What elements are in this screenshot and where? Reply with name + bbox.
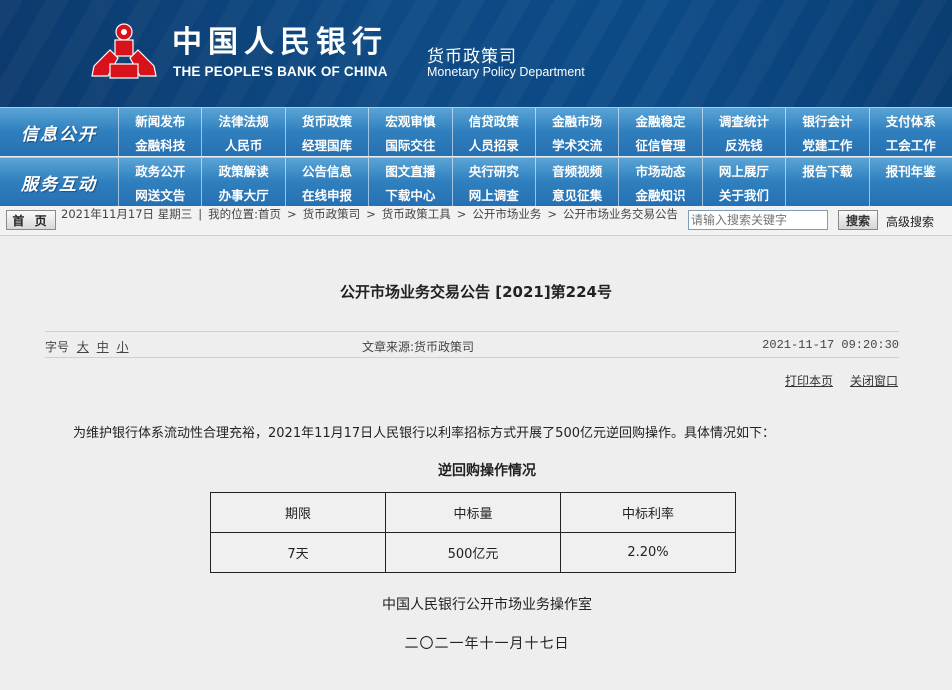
nav-item-empty [785, 182, 868, 206]
nav-item-statistics[interactable]: 调查统计 [701, 108, 785, 132]
divider [45, 357, 899, 358]
nav-section-title: 服务互动 [21, 174, 97, 195]
nav-item-monetary-policy[interactable]: 货币政策 [284, 108, 368, 132]
nav-grid: 政务公开 政策解读 公告信息 图文直播 央行研究 音频视频 市场动态 网上展厅 … [118, 158, 952, 206]
search-button[interactable]: 搜索 [838, 210, 878, 230]
table-cell-volume: 500亿元 [385, 532, 561, 573]
table-title: 逆回购操作情况 [438, 463, 536, 479]
nav-item-research[interactable]: 央行研究 [451, 158, 535, 182]
nav-item-announcements[interactable]: 公告信息 [284, 158, 368, 182]
nav-item-laws[interactable]: 法律法规 [201, 108, 284, 132]
site-header: 中国人民银行 THE PEOPLE'S BANK OF CHINA 货币政策司 … [0, 0, 952, 107]
nav-item-policy-interpretation[interactable]: 政策解读 [201, 158, 284, 182]
nav-item-yearbooks[interactable]: 报刊年鉴 [868, 158, 952, 182]
nav-service-interaction: 服务互动 政务公开 政策解读 公告信息 图文直播 央行研究 音频视频 市场动态 … [0, 157, 952, 206]
font-size-selector: 字号 大 中 小 [45, 338, 129, 355]
nav-item-fintech[interactable]: 金融科技 [118, 132, 201, 156]
chevron-right-icon: > [286, 207, 297, 221]
department-name-cn: 货币政策司 [427, 47, 517, 67]
nav-item-financial-market[interactable]: 金融市场 [534, 108, 618, 132]
chevron-right-icon: > [547, 207, 558, 221]
bank-name-en[interactable]: THE PEOPLE'S BANK OF CHINA [173, 64, 388, 79]
table-header-volume: 中标量 [385, 492, 561, 533]
current-date: 2021年11月17日 星期三 [61, 207, 193, 221]
print-page-link[interactable]: 打印本页 [785, 372, 833, 389]
nav-item-international[interactable]: 国际交往 [368, 132, 451, 156]
nav-item-live-broadcast[interactable]: 图文直播 [368, 158, 451, 182]
separator: | [198, 207, 203, 221]
nav-item-online-survey[interactable]: 网上调查 [451, 182, 535, 206]
nav-item-market-dynamics[interactable]: 市场动态 [618, 158, 701, 182]
nav-item-financial-stability[interactable]: 金融稳定 [618, 108, 701, 132]
breadcrumb-bar: 首 页 2021年11月17日 星期三 | 我的位置:首页 > 货币政策司 > 货币政策工具… [0, 206, 952, 236]
chevron-right-icon: > [456, 207, 467, 221]
nav-item-about-us[interactable]: 关于我们 [701, 182, 785, 206]
font-size-small[interactable]: 小 [117, 340, 129, 354]
nav-item-academic[interactable]: 学术交流 [534, 132, 618, 156]
advanced-search-link[interactable]: 高级搜索 [886, 213, 934, 230]
table-cell-term: 7天 [210, 532, 386, 573]
article-content: 公开市场业务交易公告 [2021]第224号 字号 大 中 小 文章来源:货币政… [0, 236, 952, 690]
table-row: 7天 500亿元 2.20% [210, 532, 736, 573]
nav-item-online-documents[interactable]: 网送文告 [118, 182, 201, 206]
table-cell-rate: 2.20% [560, 532, 736, 573]
nav-item-news[interactable]: 新闻发布 [118, 108, 201, 132]
nav-item-anti-money-laundering[interactable]: 反洗钱 [701, 132, 785, 156]
font-size-medium[interactable]: 中 [97, 340, 109, 354]
nav-item-credit-reference[interactable]: 征信管理 [618, 132, 701, 156]
article-signature: 中国人民银行公开市场业务操作室 [382, 597, 592, 613]
table-header-row: 期限 中标量 中标利率 [210, 492, 736, 533]
department-name-en: Monetary Policy Department [427, 65, 585, 79]
nav-item-download-center[interactable]: 下载中心 [368, 182, 451, 206]
nav-item-online-filing[interactable]: 在线申报 [284, 182, 368, 206]
font-size-large[interactable]: 大 [77, 340, 89, 354]
table-header-rate: 中标利率 [560, 492, 736, 533]
article-date: 二〇二一年十一月十七日 [404, 636, 570, 652]
chevron-right-icon: > [366, 207, 376, 221]
search-input[interactable] [688, 210, 828, 230]
nav-item-recruitment[interactable]: 人员招录 [451, 132, 535, 156]
nav-info-disclosure: 信息公开 新闻发布 法律法规 货币政策 宏观审慎 信贷政策 金融市场 金融稳定 … [0, 107, 952, 156]
nav-item-online-exhibition[interactable]: 网上展厅 [701, 158, 785, 182]
nav-item-payment-system[interactable]: 支付体系 [868, 108, 952, 132]
nav-item-financial-knowledge[interactable]: 金融知识 [618, 182, 701, 206]
nav-item-service-hall[interactable]: 办事大厅 [201, 182, 284, 206]
home-button[interactable]: 首 页 [6, 210, 56, 230]
nav-item-rmb[interactable]: 人民币 [201, 132, 284, 156]
breadcrumb-current[interactable]: 公开市场业务交易公告 [563, 207, 678, 221]
breadcrumb-open-market[interactable]: 公开市场业务 [472, 207, 541, 221]
table-header-term: 期限 [210, 492, 386, 533]
breadcrumb-policy-tools[interactable]: 货币政策工具 [382, 207, 451, 221]
breadcrumb: 2021年11月17日 星期三 | 我的位置:首页 > 货币政策司 > 货币政策工具 > 公开市… [61, 208, 685, 221]
nav-item-bank-accounting[interactable]: 银行会计 [785, 108, 868, 132]
bank-name-cn[interactable]: 中国人民银行 [172, 26, 388, 60]
publish-time: 2021-11-17 09:20:30 [762, 338, 899, 352]
nav-item-government-affairs[interactable]: 政务公开 [118, 158, 201, 182]
nav-item-report-download[interactable]: 报告下载 [785, 158, 868, 182]
nav-item-party-building[interactable]: 党建工作 [785, 132, 868, 156]
nav-item-credit-policy[interactable]: 信贷政策 [451, 108, 535, 132]
nav-grid: 新闻发布 法律法规 货币政策 宏观审慎 信贷政策 金融市场 金融稳定 调查统计 … [118, 108, 952, 156]
article-intro: 为维护银行体系流动性合理充裕，2021年11月17日人民银行以利率招标方式开展了… [73, 426, 775, 441]
article-source: 文章来源:货币政策司 [362, 340, 475, 354]
close-window-link[interactable]: 关闭窗口 [850, 372, 898, 389]
nav-item-empty [868, 182, 952, 206]
nav-section-title: 信息公开 [21, 124, 97, 145]
nav-item-treasury[interactable]: 经理国库 [284, 132, 368, 156]
font-size-label: 字号 [45, 340, 70, 354]
nav-item-audio-video[interactable]: 音频视频 [534, 158, 618, 182]
reverse-repo-table: 期限 中标量 中标利率 7天 500亿元 2.20% [210, 492, 736, 573]
location-label: 我的位置: [208, 207, 258, 221]
breadcrumb-department[interactable]: 货币政策司 [303, 207, 361, 221]
breadcrumb-home[interactable]: 首页 [258, 207, 281, 221]
article-title: 公开市场业务交易公告 [2021]第224号 [340, 283, 612, 301]
nav-item-trade-union[interactable]: 工会工作 [868, 132, 952, 156]
pboc-logo-icon[interactable] [88, 20, 160, 84]
divider [45, 331, 899, 332]
nav-item-macroprudential[interactable]: 宏观审慎 [368, 108, 451, 132]
nav-item-opinion-collection[interactable]: 意见征集 [534, 182, 618, 206]
